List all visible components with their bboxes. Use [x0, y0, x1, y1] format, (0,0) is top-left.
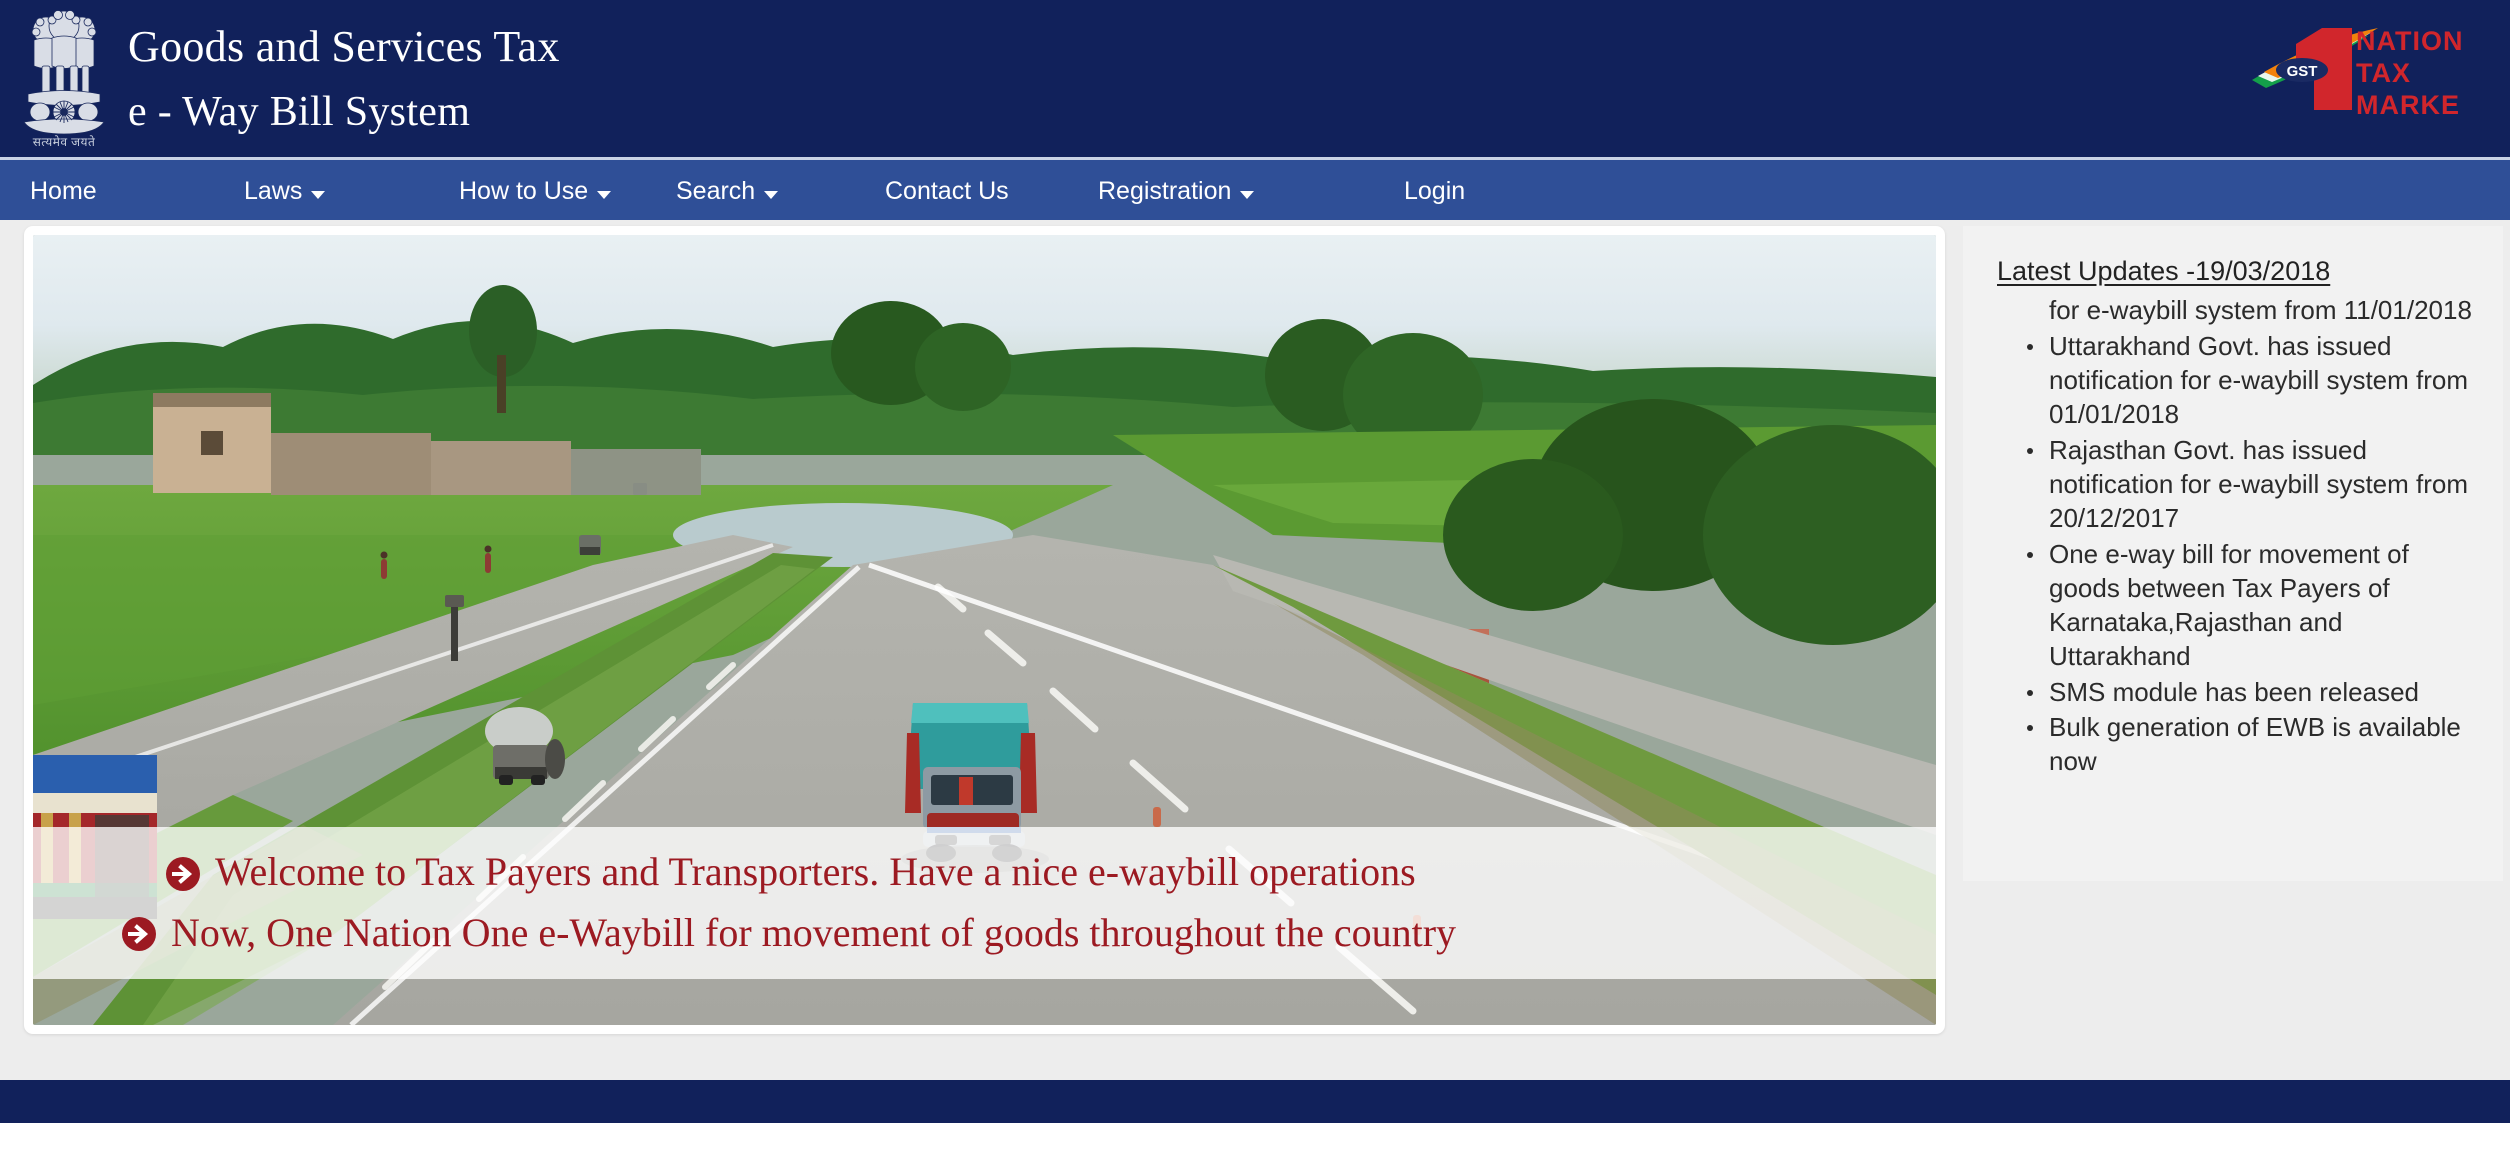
chevron-down-icon: [597, 190, 612, 199]
list-item[interactable]: Rajasthan Govt. has issued notification …: [2027, 433, 2477, 536]
nav-label: Search: [676, 177, 756, 205]
nav-item-registration[interactable]: Registration: [1098, 160, 1255, 223]
nav-label: How to Use: [459, 177, 589, 205]
list-item[interactable]: Bulk generation of EWB is available now: [2027, 710, 2477, 779]
site-title-line-2: e - Way Bill System: [128, 88, 471, 135]
svg-text:सत्यमेव जयते: सत्यमेव जयते: [33, 135, 96, 149]
gst-one-nation-one-tax-one-market-logo: GST NATION TAX MARKE: [2248, 6, 2510, 126]
nav-label: Laws: [244, 177, 303, 205]
highway-photo: Welcome to Tax Payers and Transporters. …: [33, 235, 1936, 1025]
site-title: Goods and Services Tax e - Way Bill Syst…: [128, 21, 560, 135]
hero-banner-overlay: Welcome to Tax Payers and Transporters. …: [33, 827, 1936, 979]
banner-text-2: Now, One Nation One e-Waybill for moveme…: [171, 910, 1457, 955]
svg-text:TAX: TAX: [2356, 58, 2411, 88]
chevron-down-icon: [1240, 190, 1255, 199]
latest-updates-panel: Latest Updates -19/03/2018 Kerala Govt. …: [1963, 226, 2503, 881]
nav-item-home[interactable]: Home: [30, 160, 97, 223]
nav-item-laws[interactable]: Laws: [244, 160, 326, 223]
nav-item-how-to-use[interactable]: How to Use: [459, 160, 612, 223]
site-header: सत्यमेव जयते Goods and Services Tax e - …: [0, 0, 2510, 157]
site-footer-bar: [0, 1080, 2510, 1123]
national-emblem-icon: सत्यमेव जयते: [0, 0, 128, 157]
page-body: Welcome to Tax Payers and Transporters. …: [0, 220, 2510, 1123]
chevron-down-icon: [311, 190, 326, 199]
nav-label: Registration: [1098, 177, 1232, 205]
nav-item-login[interactable]: Login: [1404, 160, 1465, 223]
nav-item-contact-us[interactable]: Contact Us: [885, 160, 1009, 223]
banner-text-1: Welcome to Tax Payers and Transporters. …: [215, 849, 1416, 895]
nav-item-search[interactable]: Search: [676, 160, 779, 223]
list-item[interactable]: One e-way bill for movement of goods bet…: [2027, 537, 2477, 674]
hero-banner-card: Welcome to Tax Payers and Transporters. …: [24, 226, 1945, 1034]
arrow-right-circle-icon: [121, 916, 157, 952]
latest-updates-list: Kerala Govt. has issued notification for…: [1997, 289, 2477, 779]
latest-updates-marquee[interactable]: Kerala Govt. has issued notification for…: [1997, 289, 2477, 869]
banner-message-2: Now, One Nation One e-Waybill for moveme…: [33, 910, 1936, 956]
arrow-right-circle-icon: [165, 856, 201, 892]
chevron-down-icon: [764, 190, 779, 199]
list-item[interactable]: SMS module has been released: [2027, 675, 2477, 709]
nav-label: Login: [1404, 177, 1466, 205]
nav-label: Home: [30, 177, 97, 205]
main-navigation: Home Laws How to Use Search Contact Us R…: [0, 157, 2510, 220]
latest-updates-title: Latest Updates -19/03/2018: [1997, 256, 2331, 286]
list-item[interactable]: Kerala Govt. has issued notification for…: [2027, 289, 2477, 328]
banner-message-1: Welcome to Tax Payers and Transporters. …: [33, 849, 1936, 895]
list-item[interactable]: Uttarakhand Govt. has issued notificatio…: [2027, 329, 2477, 432]
nav-label: Contact Us: [885, 177, 1009, 205]
svg-text:NATION: NATION: [2356, 26, 2464, 56]
gst-badge-text: GST: [2287, 63, 2318, 80]
site-title-line-1: Goods and Services Tax: [128, 21, 560, 71]
svg-text:MARKE: MARKE: [2356, 90, 2460, 120]
